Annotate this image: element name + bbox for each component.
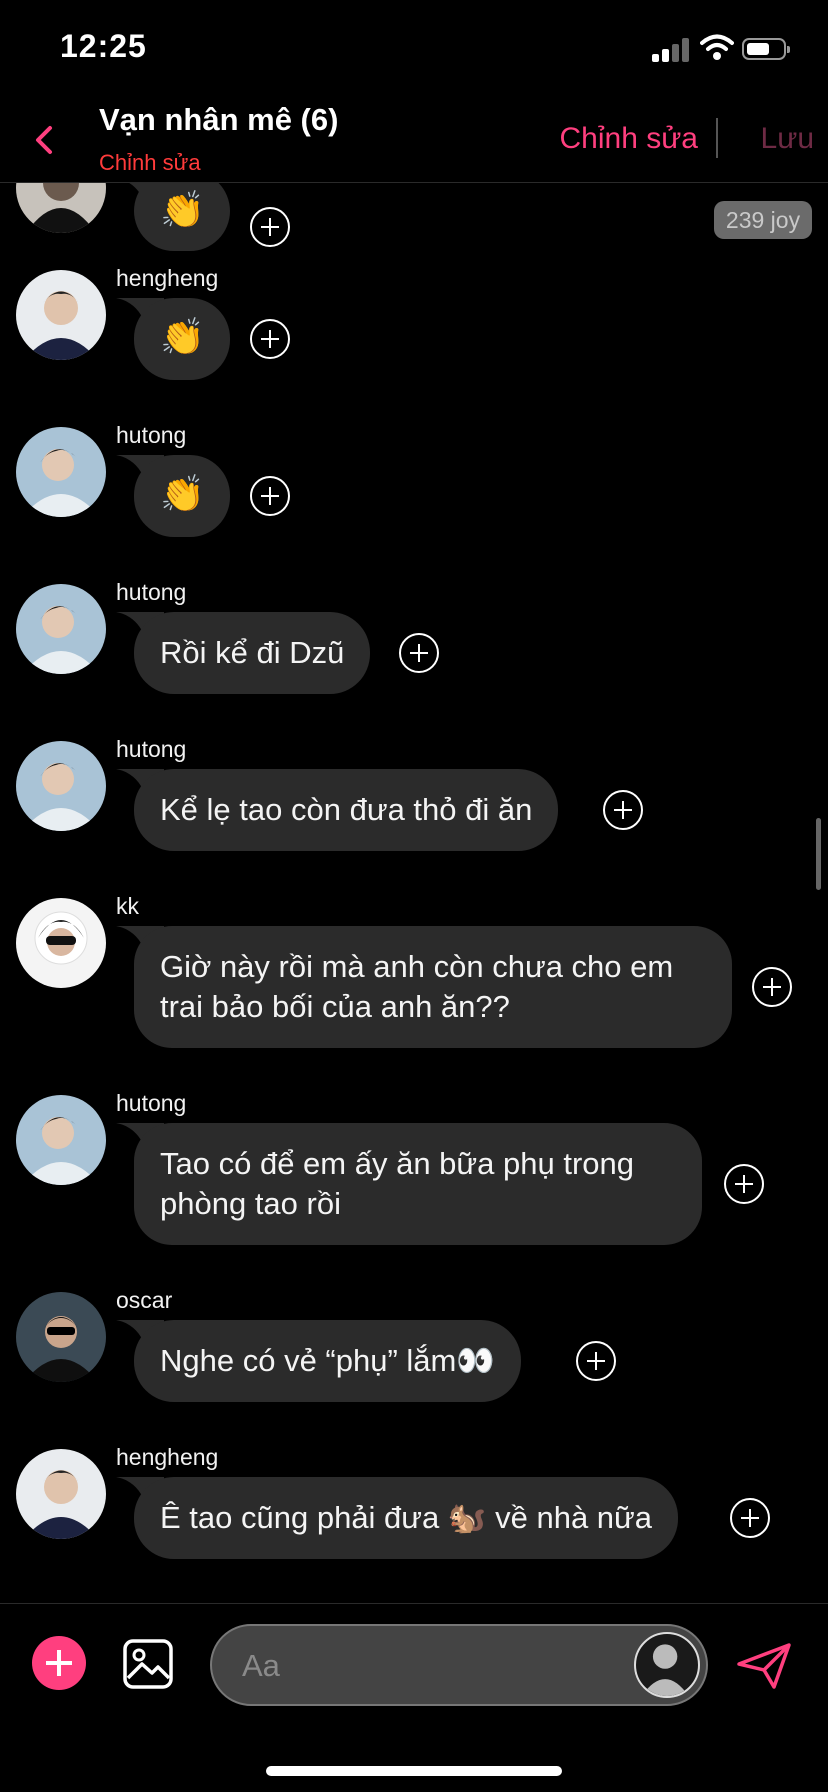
- message-row: hengheng 👏: [0, 265, 828, 398]
- add-reaction-button[interactable]: [752, 967, 792, 1007]
- message-row: hengheng Ê tao cũng phải đưa 🐿️ về nhà n…: [0, 1444, 828, 1597]
- image-icon[interactable]: [122, 1638, 174, 1690]
- add-reaction-button[interactable]: [250, 207, 290, 247]
- wifi-icon: [700, 34, 734, 60]
- message-bubble[interactable]: Kể lẹ tao còn đưa thỏ đi ăn: [134, 769, 559, 851]
- message-text-line: Giờ này rồi mà anh còn chưa cho em: [160, 949, 674, 984]
- sender-name: hutong: [116, 422, 187, 448]
- sender-name: hengheng: [116, 265, 219, 291]
- message-bubble[interactable]: 👏: [134, 183, 230, 251]
- message-row: oscar Nghe có vẻ “phụ” lắm👀: [0, 1287, 828, 1420]
- avatar[interactable]: [16, 1449, 106, 1539]
- message-bubble[interactable]: 👏: [134, 298, 230, 380]
- sender-name: hengheng: [116, 1444, 219, 1470]
- message-list[interactable]: 👏 hengheng 👏 hutong 👏 hutong Rồi kể đi D…: [0, 183, 828, 1603]
- chat-title: Vạn nhân mê (6): [99, 102, 339, 137]
- message-bubble[interactable]: Tao có để em ấy ăn bữa phụ trong phòng t…: [134, 1123, 702, 1245]
- sender-name: hutong: [116, 579, 187, 605]
- persona-avatar-icon[interactable]: [634, 1632, 700, 1698]
- message-row: 👏: [0, 183, 828, 273]
- message-row: hutong Kể lẹ tao còn đưa thỏ đi ăn: [0, 736, 828, 869]
- avatar[interactable]: [16, 270, 106, 360]
- avatar[interactable]: [16, 898, 106, 988]
- cellular-signal-icon: [652, 36, 692, 62]
- home-indicator: [266, 1766, 562, 1776]
- message-row: hutong Tao có để em ấy ăn bữa phụ trong …: [0, 1090, 828, 1263]
- sender-name: hutong: [116, 1090, 187, 1116]
- message-text-line: trai bảo bối của anh ăn??: [160, 989, 510, 1024]
- message-row: hutong 👏: [0, 422, 828, 555]
- add-reaction-button[interactable]: [730, 1498, 770, 1538]
- joy-badge: 239 joy: [714, 201, 812, 239]
- add-reaction-button[interactable]: [250, 476, 290, 516]
- avatar[interactable]: [16, 427, 106, 517]
- avatar[interactable]: [16, 1095, 106, 1185]
- status-time: 12:25: [60, 28, 147, 64]
- message-bubble[interactable]: Nghe có vẻ “phụ” lắm👀: [134, 1320, 521, 1402]
- save-button[interactable]: Lưu: [761, 122, 814, 156]
- message-bubble[interactable]: Ê tao cũng phải đưa 🐿️ về nhà nữa: [134, 1477, 679, 1559]
- back-icon[interactable]: [30, 122, 60, 158]
- avatar[interactable]: [16, 741, 106, 831]
- message-bubble[interactable]: Rồi kể đi Dzũ: [134, 612, 371, 694]
- add-reaction-button[interactable]: [724, 1164, 764, 1204]
- add-reaction-button[interactable]: [250, 319, 290, 359]
- sender-name: oscar: [116, 1287, 173, 1313]
- status-bar: 12:25: [0, 0, 828, 100]
- message-text-line: phòng tao rồi: [160, 1186, 341, 1221]
- avatar[interactable]: [16, 1292, 106, 1382]
- scrollbar[interactable]: [816, 818, 821, 890]
- battery-icon: [742, 38, 790, 60]
- header-divider: [716, 118, 718, 158]
- sender-name: kk: [116, 893, 139, 919]
- sender-name: hutong: [116, 736, 187, 762]
- message-bubble[interactable]: Giờ này rồi mà anh còn chưa cho em trai …: [134, 926, 732, 1048]
- message-input[interactable]: [240, 1644, 574, 1688]
- avatar[interactable]: [16, 183, 106, 233]
- add-reaction-button[interactable]: [576, 1341, 616, 1381]
- message-row: hutong Rồi kể đi Dzũ: [0, 579, 828, 712]
- add-reaction-button[interactable]: [603, 790, 643, 830]
- avatar[interactable]: [16, 584, 106, 674]
- message-bubble[interactable]: 👏: [134, 455, 230, 537]
- chat-header: Vạn nhân mê (6) Chỉnh sửa Chỉnh sửa Lưu: [0, 100, 828, 183]
- chat-subtitle[interactable]: Chỉnh sửa: [99, 150, 201, 176]
- message-input-wrapper: [210, 1624, 708, 1706]
- message-composer: [0, 1603, 828, 1792]
- edit-button[interactable]: Chỉnh sửa: [560, 122, 699, 156]
- message-text-line: Tao có để em ấy ăn bữa phụ trong: [160, 1146, 635, 1181]
- add-icon[interactable]: [32, 1636, 86, 1690]
- send-icon[interactable]: [736, 1642, 792, 1690]
- add-reaction-button[interactable]: [399, 633, 439, 673]
- message-row: kk Giờ này rồi mà anh còn chưa cho em tr…: [0, 893, 828, 1066]
